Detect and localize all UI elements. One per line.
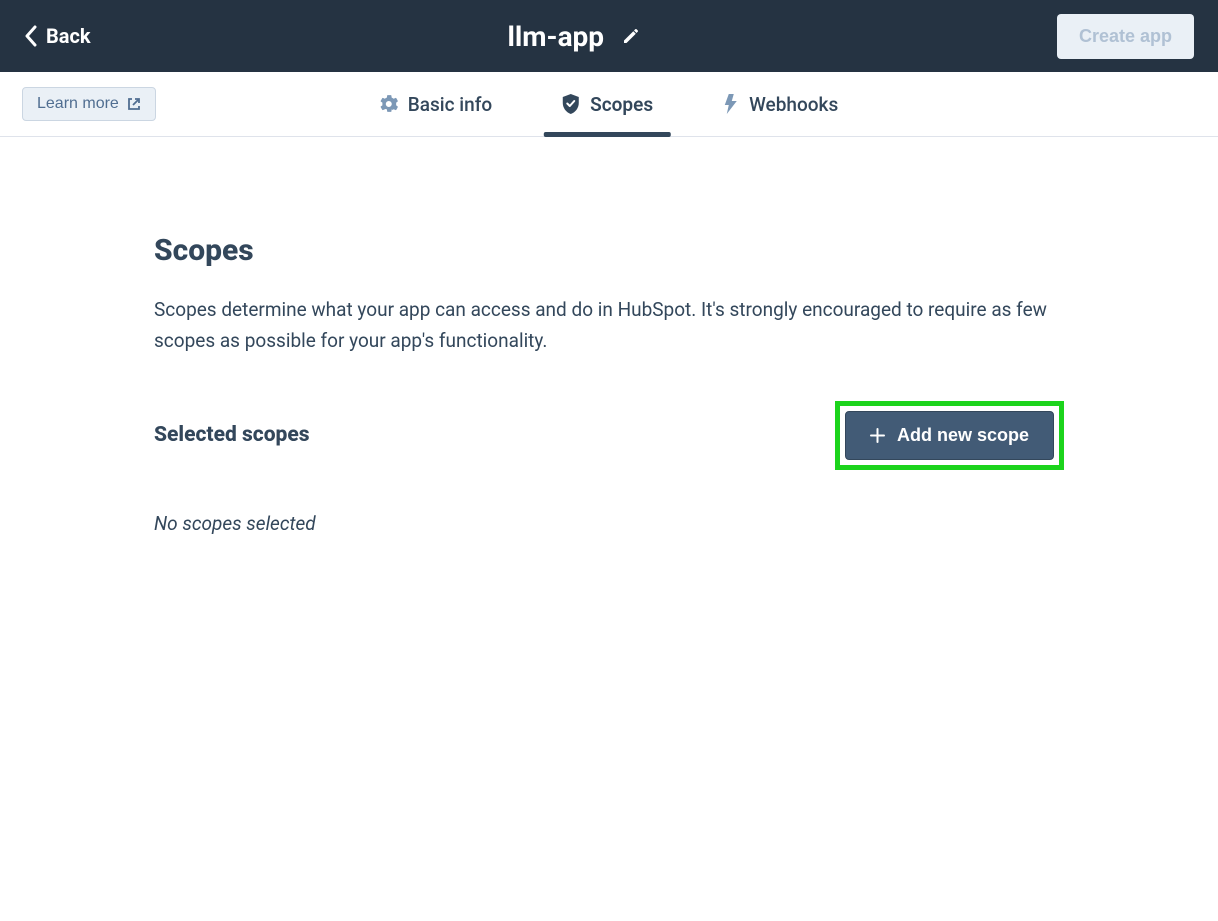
tab-scopes[interactable]: Scopes — [562, 72, 653, 136]
main-content: Scopes Scopes determine what your app ca… — [134, 137, 1084, 535]
tab-label: Scopes — [590, 93, 653, 116]
edit-title-button[interactable] — [622, 27, 640, 45]
plus-icon — [870, 428, 885, 443]
no-scopes-message: No scopes selected — [154, 512, 1064, 535]
gear-icon — [380, 95, 398, 113]
top-header-bar: Back llm-app Create app — [0, 0, 1218, 72]
tab-webhooks[interactable]: Webhooks — [723, 72, 838, 136]
learn-more-label: Learn more — [37, 95, 119, 113]
back-button[interactable]: Back — [24, 24, 91, 48]
add-new-scope-button[interactable]: Add new scope — [845, 411, 1054, 460]
shield-check-icon — [562, 94, 580, 114]
page-description: Scopes determine what your app can acces… — [154, 294, 1064, 357]
page-heading: Scopes — [154, 233, 1064, 268]
selected-scopes-heading: Selected scopes — [154, 423, 310, 447]
add-scope-highlight: Add new scope — [835, 401, 1064, 470]
external-link-icon — [127, 97, 141, 111]
learn-more-wrap: Learn more — [0, 72, 156, 136]
back-label: Back — [46, 24, 91, 48]
lightning-icon — [723, 94, 739, 114]
add-scope-label: Add new scope — [897, 425, 1029, 446]
create-app-button[interactable]: Create app — [1057, 14, 1194, 59]
tab-basic-info[interactable]: Basic info — [380, 72, 492, 136]
app-title: llm-app — [507, 20, 604, 53]
tab-label: Basic info — [408, 93, 492, 116]
tabs: Basic info Scopes Webhooks — [380, 72, 838, 136]
title-group: llm-app — [507, 20, 640, 53]
tab-bar: Learn more Basic info Scopes Webhooks — [0, 72, 1218, 137]
learn-more-button[interactable]: Learn more — [22, 87, 156, 121]
chevron-left-icon — [24, 25, 38, 47]
selected-scopes-row: Selected scopes Add new scope — [154, 401, 1064, 470]
tab-label: Webhooks — [749, 93, 838, 116]
